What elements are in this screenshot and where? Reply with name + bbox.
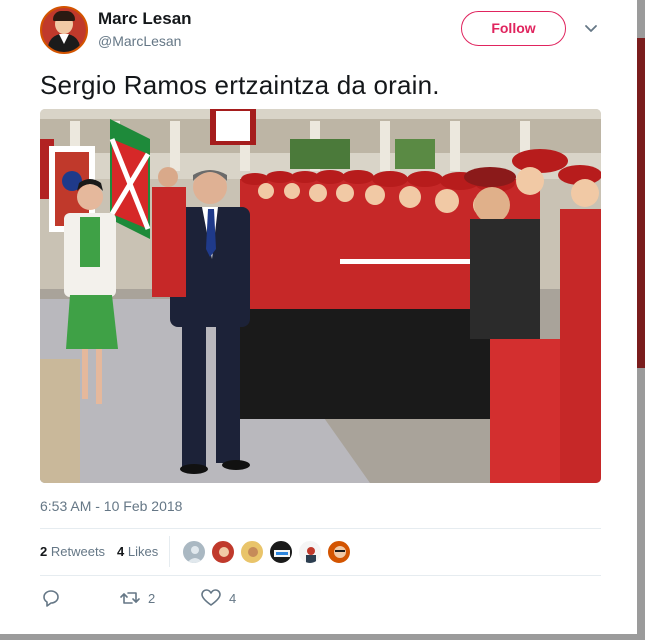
liker-avatar[interactable]: [182, 540, 206, 564]
divider: [40, 575, 601, 576]
chevron-down-icon[interactable]: [584, 22, 598, 36]
retweets-count: 2: [40, 544, 48, 559]
likes-label: Likes: [127, 544, 159, 559]
user-handle[interactable]: @MarcLesan: [98, 33, 181, 49]
reply-icon: [43, 590, 59, 607]
like-button[interactable]: 4: [201, 588, 236, 608]
tweet-card: Marc Lesan @MarcLesan Follow Sergio Ramo…: [0, 0, 637, 634]
tweet-text: Sergio Ramos ertzaintza da orain.: [40, 70, 440, 100]
liker-avatar[interactable]: [298, 540, 322, 564]
likes-count: 4: [117, 544, 125, 559]
follow-button[interactable]: Follow: [461, 11, 566, 46]
retweet-count: 2: [148, 590, 156, 606]
like-count: 4: [229, 590, 237, 606]
retweets-label: Retweets: [50, 544, 106, 559]
retweets-stat[interactable]: 2 Retweets: [40, 544, 105, 559]
liker-avatar[interactable]: [211, 540, 235, 564]
background-strip: [637, 38, 645, 368]
stats-divider: [169, 536, 170, 567]
divider: [40, 528, 601, 529]
user-name[interactable]: Marc Lesan: [98, 9, 192, 29]
retweet-button[interactable]: 2: [120, 588, 155, 608]
window-edge: [0, 634, 645, 640]
heart-icon: [201, 589, 221, 606]
reply-button[interactable]: [41, 588, 61, 608]
retweet-icon: [120, 592, 140, 604]
likes-stat[interactable]: 4 Likes: [117, 544, 158, 559]
avatar[interactable]: [40, 6, 88, 54]
tweet-photo[interactable]: [40, 109, 601, 483]
liker-avatar[interactable]: [327, 540, 351, 564]
tweet-timestamp[interactable]: 6:53 AM - 10 Feb 2018: [40, 498, 182, 514]
liker-avatar[interactable]: [240, 540, 264, 564]
liker-avatar[interactable]: [269, 540, 293, 564]
